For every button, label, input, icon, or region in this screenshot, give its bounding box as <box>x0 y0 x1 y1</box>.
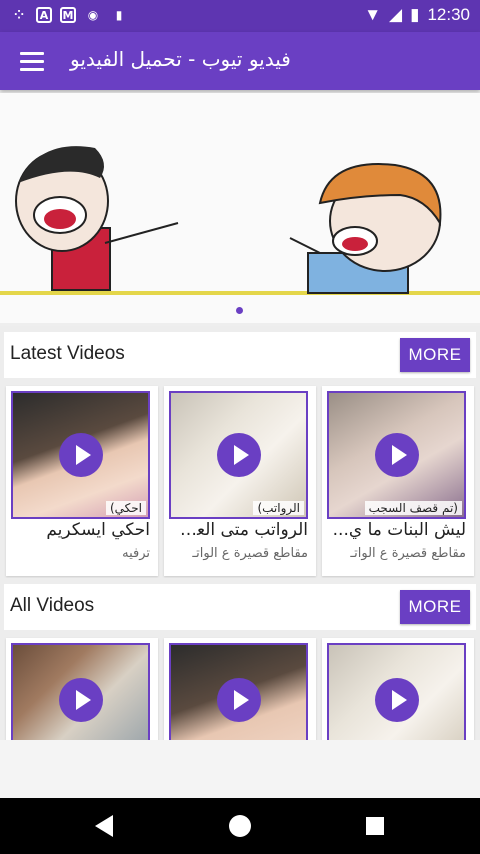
video-card[interactable] <box>6 638 158 740</box>
latest-videos-title: Latest Videos <box>10 343 125 364</box>
video-thumbnail: احكي) <box>11 391 150 519</box>
banner-image <box>0 146 480 295</box>
video-thumbnail <box>11 643 150 740</box>
latest-videos-header: Latest Videos MORE <box>4 332 476 378</box>
video-title: احكي ايسكريم <box>46 520 150 540</box>
video-card[interactable]: احكي) احكي ايسكريم ترفيه <box>6 386 158 576</box>
video-category: مقاطع قصيرة ع الواتـ <box>350 546 466 561</box>
banner-carousel[interactable] <box>0 93 480 323</box>
play-icon[interactable] <box>216 433 261 477</box>
app-title: فيديو تيوب - تحميل الفيديو <box>70 47 291 71</box>
latest-more-button[interactable]: MORE <box>400 338 470 372</box>
content-bottom-area <box>0 740 480 798</box>
video-thumbnail: الرواتب) <box>169 391 308 519</box>
play-icon[interactable] <box>374 433 419 477</box>
home-icon[interactable] <box>229 815 251 837</box>
video-category: مقاطع قصيرة ع الواتـ <box>192 546 308 561</box>
wifi-icon: ▼ <box>364 5 382 24</box>
video-card[interactable] <box>322 638 474 740</box>
play-icon[interactable] <box>216 678 261 722</box>
video-thumbnail: (تم قصف السجب <box>327 391 466 519</box>
sd-card-icon: ▮ <box>115 8 123 22</box>
video-thumbnail <box>327 643 466 740</box>
all-videos-header: All Videos MORE <box>4 584 476 630</box>
system-navigation-bar <box>0 798 480 854</box>
video-category: ترفيه <box>122 546 150 561</box>
hamburger-menu-icon[interactable] <box>14 47 50 75</box>
thumbnail-caption: (تم قصف السجب <box>364 501 462 515</box>
recent-apps-icon[interactable] <box>366 817 384 835</box>
dots-icon: ⁘ <box>13 8 25 22</box>
all-videos-title: All Videos <box>10 595 95 616</box>
play-icon[interactable] <box>374 678 419 722</box>
play-icon[interactable] <box>58 678 103 722</box>
video-card[interactable]: الرواتب) الرواتب متى العي... مقاطع قصيرة… <box>164 386 316 576</box>
thumbnail-caption: الرواتب) <box>253 501 304 515</box>
video-thumbnail <box>169 643 308 740</box>
battery-charging-icon: ▮ <box>410 5 420 24</box>
font-a-icon: A <box>36 7 52 23</box>
carousel-indicator-dot[interactable] <box>236 307 243 314</box>
all-videos-section: All Videos MORE <box>0 578 480 740</box>
all-more-button[interactable]: MORE <box>400 590 470 624</box>
thumbnail-caption: احكي) <box>105 501 146 515</box>
back-icon[interactable] <box>95 815 113 837</box>
video-card[interactable]: (تم قصف السجب ليش البنات ما ي... مقاطع ق… <box>322 386 474 576</box>
app-bar: فيديو تيوب - تحميل الفيديو <box>0 32 480 90</box>
video-title: الرواتب متى العي... <box>168 520 308 540</box>
video-card[interactable] <box>164 638 316 740</box>
status-bar: ⁘ A M ◉ ▮ ▼ ◢ ▮ 12:30 <box>0 0 480 32</box>
status-time: 12:30 <box>427 5 470 24</box>
gmail-icon: M <box>60 7 76 23</box>
signal-icon: ◢ <box>389 5 403 24</box>
video-title: ليش البنات ما ي... <box>332 520 466 540</box>
sync-icon: ◉ <box>87 8 99 22</box>
latest-videos-section: Latest Videos MORE احكي) احكي ايسكريم تر… <box>0 326 480 578</box>
play-icon[interactable] <box>58 433 103 477</box>
